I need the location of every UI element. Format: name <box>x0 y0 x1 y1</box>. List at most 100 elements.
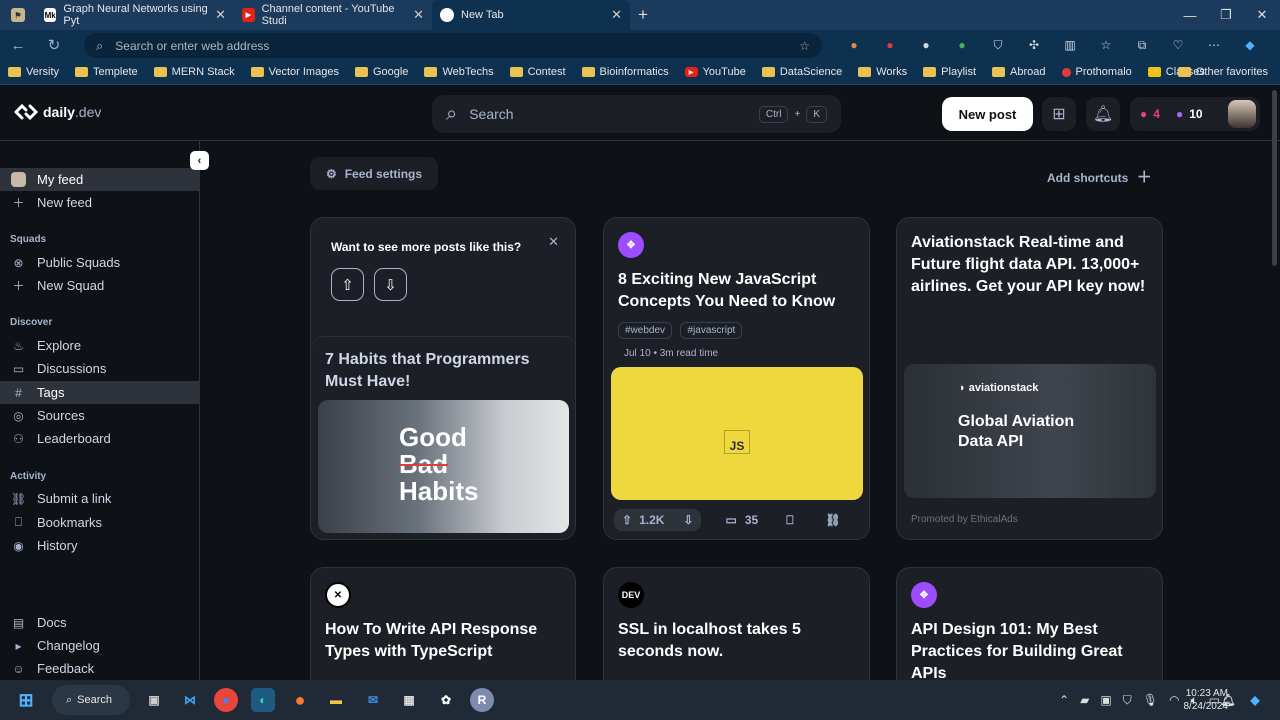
upvote-more-button[interactable]: ⇧ <box>331 268 364 301</box>
bookmark-versity[interactable]: Versity <box>8 66 59 78</box>
downvote-icon[interactable]: ⇩ <box>683 513 693 527</box>
refresh-icon[interactable]: ↻ <box>36 36 72 54</box>
minimize-icon[interactable]: — <box>1172 0 1208 30</box>
post-card-javascript[interactable]: ✥ 8 Exciting New JavaScript Concepts You… <box>603 217 870 540</box>
sidebar-item-new-feed[interactable]: ＋ New feed <box>0 191 199 214</box>
extension-icon[interactable]: ● <box>872 38 908 52</box>
browser-profile-icon[interactable]: ⚑ <box>0 8 36 22</box>
edge-icon[interactable]: ◐ <box>251 688 275 712</box>
browser-tab-3[interactable]: New Tab ✕ <box>432 0 630 30</box>
file-explorer-icon[interactable]: ▬ <box>324 688 348 712</box>
microphone-icon[interactable]: 🎙︎ <box>1143 693 1158 707</box>
feed-settings-button[interactable]: ⚙ Feed settings <box>310 157 438 190</box>
collapse-sidebar-icon[interactable]: ‹ <box>190 151 209 170</box>
bookmark-icon[interactable]: ⎕ <box>786 513 793 528</box>
close-tab-icon[interactable]: ✕ <box>413 7 424 23</box>
more-options-icon[interactable]: ⋯ <box>1196 38 1232 52</box>
chevron-right-icon[interactable]: › <box>1154 64 1158 76</box>
bookmark-datascience[interactable]: DataScience <box>761 66 842 78</box>
taskbar-search[interactable]: ⌕ Search <box>52 685 130 715</box>
windows-start-icon[interactable]: ⊞ <box>14 688 38 712</box>
bookmark-prothomalo[interactable]: Prothomalo <box>1061 66 1132 78</box>
ad-promoted-by[interactable]: Promoted by EthicalAds <box>911 514 1018 525</box>
post-card-habits[interactable]: Want to see more posts like this? ✕ ⇧ ⇩ … <box>310 217 576 540</box>
tag-javascript[interactable]: #javascript <box>680 322 743 339</box>
wifi-icon[interactable]: ◠ <box>1169 693 1179 707</box>
sidebar-item-new-squad[interactable]: ＋ New Squad <box>0 274 199 297</box>
sidebar-item-discussions[interactable]: ▭ Discussions <box>0 357 199 380</box>
search-bar[interactable]: ⌕ Search Ctrl + K <box>432 95 841 133</box>
shortcuts-grid-icon[interactable]: ⊞ <box>1042 97 1076 131</box>
new-post-button[interactable]: New post <box>942 97 1033 131</box>
notification-bell-icon[interactable]: 🔔︎ <box>1216 688 1240 712</box>
extensions-puzzle-icon[interactable]: ✣ <box>1016 38 1052 52</box>
chrome-icon[interactable]: ● <box>214 688 238 712</box>
post-card-api-design[interactable]: ✥ API Design 101: My Best Practices for … <box>896 567 1163 697</box>
firefox-icon[interactable]: ● <box>288 688 312 712</box>
extension-icon[interactable]: ● <box>944 38 980 52</box>
favorites-icon[interactable]: ☆ <box>1088 38 1124 52</box>
tray-icon[interactable]: ▣ <box>1100 693 1111 707</box>
profile-button[interactable]: ● 4 ● 10 <box>1130 97 1260 131</box>
bookmark-abroad[interactable]: Abroad <box>992 66 1046 78</box>
comments-button[interactable]: ▭ 35 <box>725 513 758 527</box>
sidebar-item-explore[interactable]: ♨ Explore <box>0 334 199 357</box>
address-input[interactable]: ⌕ Search or enter web address ☆ <box>84 33 822 58</box>
extension-icon[interactable]: ● <box>836 38 872 52</box>
copilot-icon[interactable]: ◆ <box>1232 38 1268 52</box>
extension-icon[interactable]: ● <box>908 38 944 52</box>
ad-card-aviationstack[interactable]: Aviationstack Real-time and Future fligh… <box>896 217 1163 540</box>
close-icon[interactable]: ✕ <box>548 234 559 250</box>
new-tab-button[interactable]: + <box>638 5 648 25</box>
r-app-icon[interactable]: R <box>470 688 494 712</box>
store-icon[interactable]: ▦ <box>397 688 421 712</box>
collections-icon[interactable]: ⧉ <box>1124 38 1160 53</box>
close-tab-icon[interactable]: ✕ <box>611 7 622 23</box>
browser-essentials-icon[interactable]: ♡ <box>1160 38 1196 52</box>
bookmark-bioinformatics[interactable]: Bioinformatics <box>581 66 669 78</box>
daily-dev-logo[interactable]: daily .dev <box>14 104 101 120</box>
bookmark-vector-images[interactable]: Vector Images <box>250 66 339 78</box>
upvote-button[interactable]: ⇧ 1.2K ⇩ <box>614 509 702 531</box>
sidebar-item-submit-link[interactable]: ⛓ Submit a link <box>0 487 199 510</box>
close-tab-icon[interactable]: ✕ <box>215 7 226 23</box>
share-link-icon[interactable]: ⛓ <box>825 513 840 527</box>
security-icon[interactable]: ⛉ <box>1123 693 1132 708</box>
bookmark-mern-stack[interactable]: MERN Stack <box>153 66 235 78</box>
post-card-api-response[interactable]: ✕ How To Write API Response Types with T… <box>310 567 576 697</box>
add-shortcuts-button[interactable]: Add shortcuts ＋ <box>1047 166 1152 187</box>
bookmark-youtube[interactable]: ▶ YouTube <box>684 66 746 78</box>
task-view-icon[interactable]: ▣ <box>142 688 166 712</box>
sidebar-item-history[interactable]: ◉ History <box>0 534 199 557</box>
bookmark-other-favorites[interactable]: Other favorites <box>1177 66 1268 78</box>
tray-icon[interactable]: ▰ <box>1080 693 1089 707</box>
sidebar-item-sources[interactable]: ◎ Sources <box>0 404 199 427</box>
sidebar-item-docs[interactable]: ▤ Docs <box>0 611 199 634</box>
vscode-icon[interactable]: ⋈ <box>178 688 202 712</box>
sidebar-item-bookmarks[interactable]: ⎕ Bookmarks <box>0 511 199 534</box>
browser-tab-2[interactable]: ▶ Channel content - YouTube Studi ✕ <box>234 0 432 30</box>
bookmark-webtechs[interactable]: WebTechs <box>424 66 494 78</box>
sidebar-item-changelog[interactable]: ▸ Changelog <box>0 634 199 657</box>
back-icon[interactable]: ← <box>0 37 36 54</box>
post-card-ssl[interactable]: DEV SSL in localhost takes 5 seconds now… <box>603 567 870 697</box>
sidebar-item-tags[interactable]: # Tags <box>0 381 199 404</box>
bookmark-contest[interactable]: Contest <box>509 66 566 78</box>
close-window-icon[interactable]: ✕ <box>1244 0 1280 30</box>
sidebar-item-my-feed[interactable]: My feed <box>0 168 199 191</box>
split-screen-icon[interactable]: ▥ <box>1052 38 1088 52</box>
sidebar-item-leaderboard[interactable]: ⚇ Leaderboard <box>0 427 199 450</box>
chevron-up-icon[interactable]: ⌃ <box>1059 693 1069 707</box>
tag-webdev[interactable]: #webdev <box>618 322 673 339</box>
scrollbar[interactable] <box>1272 90 1277 266</box>
bookmark-google[interactable]: Google <box>354 66 408 78</box>
shield-icon[interactable]: ⛉ <box>980 38 1016 53</box>
favorite-star-icon[interactable]: ☆ <box>799 39 810 53</box>
browser-tab-1[interactable]: Mk Graph Neural Networks using Pyt ✕ <box>36 0 234 30</box>
bookmark-works[interactable]: Works <box>858 66 907 78</box>
copilot-icon[interactable]: ◆ <box>1243 688 1267 712</box>
chatgpt-icon[interactable]: ✿ <box>434 688 458 712</box>
bookmark-playlist[interactable]: Playlist <box>923 66 976 78</box>
sidebar-item-public-squads[interactable]: ⊗ Public Squads <box>0 251 199 274</box>
downvote-less-button[interactable]: ⇩ <box>374 268 407 301</box>
